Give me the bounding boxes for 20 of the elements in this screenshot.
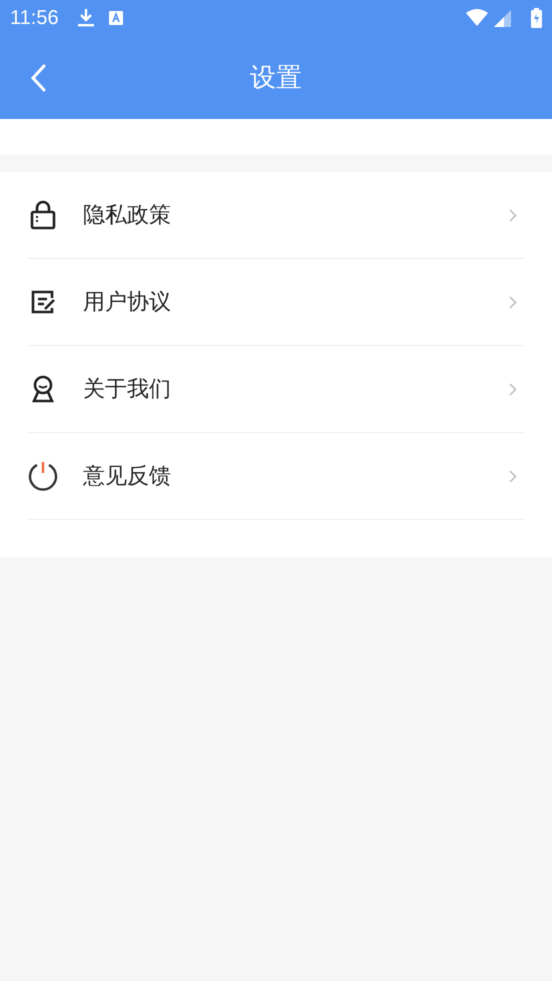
page-title: 设置 bbox=[250, 62, 302, 95]
chevron-right-icon bbox=[509, 296, 517, 308]
item-label: 隐私政策 bbox=[83, 202, 172, 230]
signal-icon bbox=[494, 10, 511, 26]
item-label: 用户协议 bbox=[83, 289, 172, 317]
font-icon bbox=[108, 11, 123, 25]
wifi-icon bbox=[466, 9, 488, 27]
settings-item[interactable]: 意见反馈 bbox=[27, 433, 525, 520]
chevron-right-icon bbox=[509, 470, 517, 482]
status-time: 11:56 bbox=[10, 6, 59, 30]
download-icon bbox=[76, 8, 95, 28]
chevron-right-icon bbox=[509, 208, 517, 222]
power-icon bbox=[27, 460, 59, 492]
settings-item[interactable]: 用户协议 bbox=[27, 259, 525, 346]
battery-icon bbox=[531, 8, 542, 28]
chevron-right-icon bbox=[509, 382, 517, 396]
item-label: 意见反馈 bbox=[83, 463, 172, 491]
item-label: 关于我们 bbox=[83, 376, 172, 404]
settings-item[interactable]: 隐私政策 bbox=[27, 172, 525, 259]
settings-item[interactable]: 关于我们 bbox=[27, 346, 525, 433]
